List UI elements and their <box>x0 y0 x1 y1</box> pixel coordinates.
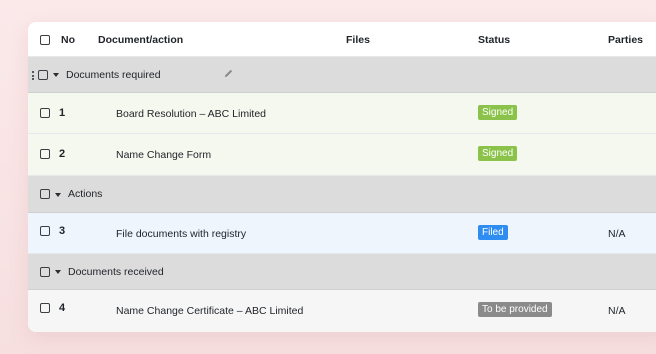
document-table: No Document/action Files Status Parties … <box>28 22 656 332</box>
row-checkbox[interactable] <box>40 149 50 159</box>
group-label: Actions <box>68 188 103 200</box>
parties-value: N/A <box>608 305 626 317</box>
col-parties-header: Parties <box>608 34 644 46</box>
status-badge: Signed <box>478 146 518 161</box>
parties-value: N/A <box>608 228 626 240</box>
chevron-down-icon[interactable] <box>53 73 59 77</box>
group-documents-required[interactable]: Documents required <box>28 57 656 93</box>
drag-handle-icon[interactable] <box>32 71 34 82</box>
status-badge: Filed <box>478 225 508 240</box>
group-checkbox[interactable] <box>40 267 50 277</box>
chevron-down-icon[interactable] <box>55 193 61 197</box>
col-status-header: Status <box>478 34 511 46</box>
group-actions[interactable]: Actions <box>28 176 656 213</box>
row-checkbox[interactable] <box>40 108 50 118</box>
document-name[interactable]: File documents with registry <box>116 227 246 241</box>
document-name[interactable]: Name Change Certificate – ABC Limited <box>116 304 303 318</box>
document-name[interactable]: Name Change Form <box>116 148 211 162</box>
group-label: Documents required <box>66 69 161 81</box>
group-documents-received[interactable]: Documents received <box>28 254 656 290</box>
table-row[interactable]: 1 Board Resolution – ABC Limited Signed <box>28 93 656 134</box>
table-row[interactable]: 4 Name Change Certificate – ABC Limited … <box>28 290 656 332</box>
col-files-header: Files <box>346 34 370 46</box>
row-checkbox[interactable] <box>40 303 50 313</box>
row-checkbox[interactable] <box>40 226 50 236</box>
table-header: No Document/action Files Status Parties <box>28 22 656 57</box>
col-document-header: Document/action <box>98 34 184 46</box>
group-label: Documents received <box>68 266 164 278</box>
row-number: 2 <box>59 148 66 160</box>
row-number: 1 <box>59 107 66 119</box>
document-name[interactable]: Board Resolution – ABC Limited <box>116 107 266 121</box>
row-number: 4 <box>59 302 66 314</box>
table-row[interactable]: 3 File documents with registry Filed N/A <box>28 213 656 254</box>
group-checkbox[interactable] <box>40 189 50 199</box>
table-row[interactable]: 2 Name Change Form Signed <box>28 134 656 176</box>
col-no-header: No <box>61 34 75 46</box>
status-badge: Signed <box>478 105 518 120</box>
status-badge: To be provided <box>478 302 552 317</box>
select-all-checkbox[interactable] <box>40 35 50 45</box>
group-checkbox[interactable] <box>38 70 48 80</box>
chevron-down-icon[interactable] <box>55 270 61 274</box>
pencil-icon[interactable] <box>223 68 234 79</box>
row-number: 3 <box>59 225 66 237</box>
